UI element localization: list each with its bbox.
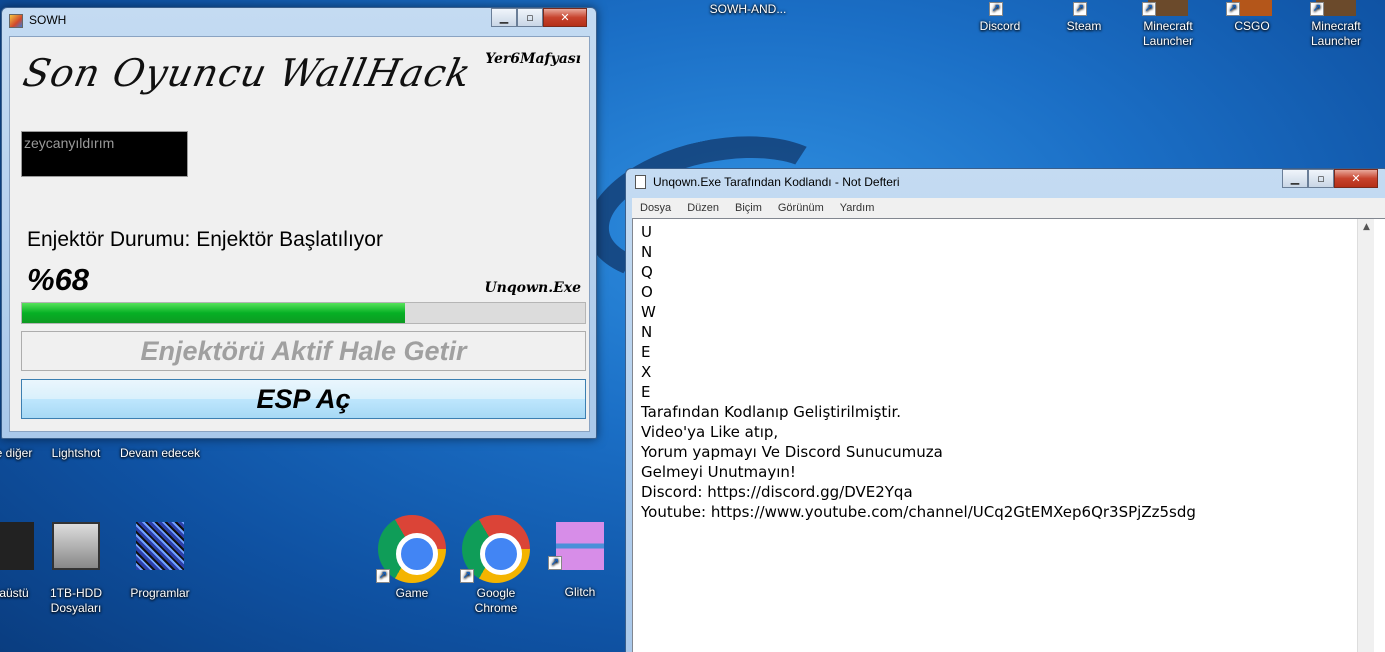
fish-icon: ↗	[548, 522, 604, 570]
brand-label-bottom: Unqown.Exe	[484, 280, 581, 296]
injector-status: Enjektör Durumu: Enjektör Başlatılıyor	[27, 228, 383, 251]
notepad-window: Unqown.Exe Tarafından Kodlandı - Not Def…	[625, 168, 1385, 652]
steam-icon: ↗	[1064, 0, 1104, 16]
menu-duzen[interactable]: Düzen	[687, 198, 719, 218]
desktop-icon-sowh-and[interactable]: SOWH-AND...	[706, 2, 790, 17]
desktop-icon-label: SOWH-AND...	[709, 2, 787, 16]
notepad-caption-buttons: ▁ ▫ ✕	[1282, 169, 1378, 188]
minimize-button[interactable]: ▁	[491, 8, 517, 27]
sowh-client-area: Son Oyuncu WallHack Yer6Mafyası zeycanyı…	[9, 36, 590, 432]
app-icon	[9, 14, 23, 28]
desktop-icon-label: CSGO	[1234, 19, 1270, 33]
menu-gorunum[interactable]: Görünüm	[778, 198, 824, 218]
desktop-icon-label: Steam	[1066, 19, 1102, 33]
programs-folder-icon	[136, 522, 184, 570]
desktop-icon-label: Lightshot	[51, 446, 101, 460]
desktop-icon-label: Minecraft Launcher	[1142, 19, 1194, 48]
desktop-icon-label: Minecraft Launcher	[1310, 19, 1362, 48]
menu-bicim[interactable]: Biçim	[735, 198, 762, 218]
desktop-icon-label: Google Chrome	[474, 586, 518, 615]
maximize-button[interactable]: ▫	[1308, 169, 1334, 188]
scroll-up-icon[interactable]: ▲	[1358, 219, 1375, 236]
progress-fill	[22, 303, 405, 323]
csgo-icon: ↗	[1226, 0, 1272, 16]
sowh-window: SOWH ▁ ▫ ✕ Son Oyuncu WallHack Yer6Mafya…	[1, 7, 597, 439]
minecraft-icon: ↗	[1142, 0, 1188, 16]
desktop-icon-label: Game	[395, 586, 429, 600]
window-title: SOWH	[29, 13, 67, 27]
discord-icon: ↗	[980, 0, 1020, 16]
desktop-icon-game[interactable]: ↗ Game	[370, 515, 454, 601]
brand-label-top: Yer6Mafyası	[485, 51, 581, 67]
notepad-title: Unqown.Exe Tarafından Kodlandı - Not Def…	[653, 175, 900, 189]
caption-buttons: ▁ ▫ ✕	[491, 8, 587, 27]
name-input[interactable]: zeycanyıldırım	[21, 131, 188, 177]
desktop-icon-devam-edecek[interactable]: Devam edecek	[118, 446, 202, 461]
desktop-icon-steam[interactable]: ↗ Steam	[1042, 0, 1126, 34]
chrome-icon: ↗	[376, 515, 446, 583]
progress-percent: %68	[27, 262, 90, 297]
injector-progress-bar	[21, 302, 586, 324]
vertical-scrollbar[interactable]: ▲	[1357, 219, 1374, 652]
desktop-icon-label: Programlar	[130, 586, 190, 600]
esp-open-button[interactable]: ESP Aç	[21, 379, 586, 419]
desktop-icon-label: 1TB-HDD Dosyaları	[49, 586, 102, 615]
close-button[interactable]: ✕	[543, 8, 587, 27]
desktop-icon-label: Glitch	[564, 585, 596, 599]
drive-icon	[52, 522, 100, 570]
desktop-icon-minecraft-launcher-2[interactable]: ↗ Minecraft Launcher	[1294, 0, 1378, 49]
desktop-icon-google-chrome[interactable]: ↗ Google Chrome	[454, 515, 538, 616]
close-button[interactable]: ✕	[1334, 169, 1378, 188]
desktop-icon-lightshot[interactable]: Lightshot	[34, 446, 118, 461]
desktop-icon-discord[interactable]: ↗ Discord	[958, 0, 1042, 34]
sowh-titlebar[interactable]: SOWH ▁ ▫ ✕	[2, 8, 596, 33]
menu-dosya[interactable]: Dosya	[640, 198, 671, 218]
desktop-icon-label: Discord	[979, 19, 1021, 33]
notepad-text-area[interactable]: U N Q O W N E X E Tarafından Kodlanıp Ge…	[632, 218, 1385, 652]
minecraft-icon: ↗	[1310, 0, 1356, 16]
menu-yardim[interactable]: Yardım	[840, 198, 875, 218]
desktop-icon-label: Devam edecek	[119, 446, 201, 460]
notepad-icon	[635, 175, 646, 189]
desktop-icon-minecraft-launcher[interactable]: ↗ Minecraft Launcher	[1126, 0, 1210, 49]
activate-injector-button[interactable]: Enjektörü Aktif Hale Getir	[21, 331, 586, 371]
desktop-icon-csgo[interactable]: ↗ CSGO	[1210, 0, 1294, 34]
maximize-button[interactable]: ▫	[517, 8, 543, 27]
desktop-icon-programlar[interactable]: Programlar	[118, 522, 202, 601]
notepad-content[interactable]: U N Q O W N E X E Tarafından Kodlanıp Ge…	[641, 222, 1196, 522]
chrome-icon: ↗	[460, 515, 530, 583]
header-script-title: Son Oyuncu WallHack	[19, 51, 476, 95]
desktop-icon-glitch[interactable]: ↗ Glitch	[538, 522, 622, 600]
computer-icon	[0, 522, 34, 570]
notepad-menubar: Dosya Düzen Biçim Görünüm Yardım	[632, 198, 1385, 218]
minimize-button[interactable]: ▁	[1282, 169, 1308, 188]
desktop-icon-1tb-hdd[interactable]: 1TB-HDD Dosyaları	[34, 522, 118, 616]
